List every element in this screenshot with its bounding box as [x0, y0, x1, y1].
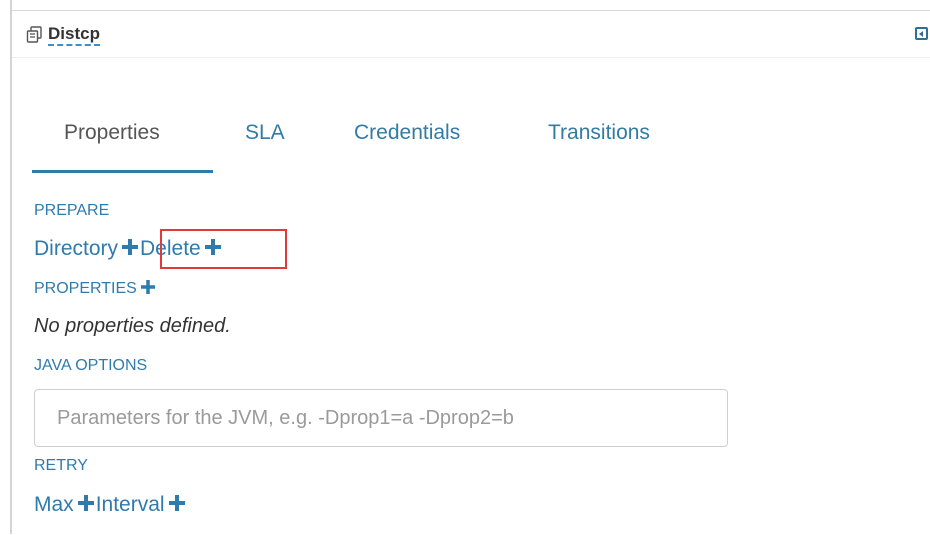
- plus-icon[interactable]: [122, 239, 139, 256]
- active-tab-underline: [32, 170, 213, 173]
- copy-icon: [26, 26, 42, 43]
- java-options-input[interactable]: [34, 389, 728, 447]
- prepare-heading: PREPARE: [34, 202, 110, 219]
- tab-properties[interactable]: Properties: [64, 121, 160, 145]
- properties-heading-row: PROPERTIES: [34, 280, 157, 298]
- prepare-actions: Directory Delete: [34, 237, 223, 261]
- interval-link[interactable]: Interval: [96, 493, 165, 516]
- plus-icon[interactable]: [140, 280, 155, 295]
- plus-icon[interactable]: [77, 495, 94, 512]
- retry-actions: Max Interval: [34, 493, 187, 517]
- delete-link[interactable]: Delete: [140, 237, 201, 260]
- node-title[interactable]: Distcp: [48, 24, 100, 46]
- tab-credentials[interactable]: Credentials: [354, 121, 460, 145]
- tab-sla[interactable]: SLA: [245, 121, 285, 145]
- plus-icon[interactable]: [204, 239, 221, 256]
- tab-transitions[interactable]: Transitions: [548, 121, 650, 145]
- plus-icon[interactable]: [168, 495, 185, 512]
- panel-header: Distcp: [12, 11, 930, 58]
- properties-heading: PROPERTIES: [34, 280, 137, 297]
- retry-heading: RETRY: [34, 457, 88, 474]
- max-link[interactable]: Max: [34, 493, 74, 516]
- no-properties-text: No properties defined.: [34, 315, 231, 337]
- collapse-panel-icon[interactable]: [915, 27, 928, 40]
- action-node-panel: Distcp Properties SLA Credentials Transi…: [12, 10, 930, 535]
- java-options-heading: JAVA OPTIONS: [34, 357, 148, 374]
- directory-link[interactable]: Directory: [34, 237, 118, 260]
